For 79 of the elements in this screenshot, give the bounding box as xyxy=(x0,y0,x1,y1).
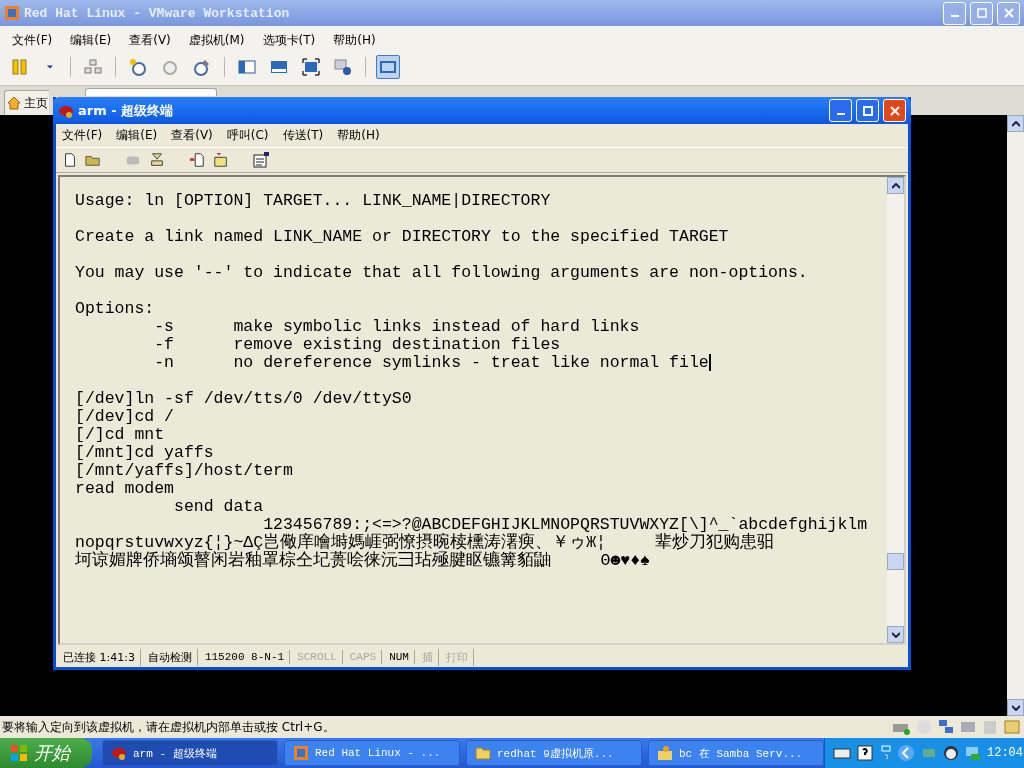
terminal-line: [/dev]cd / xyxy=(75,408,175,426)
window-title: Red Hat Linux - VMware Workstation xyxy=(24,5,290,21)
terminal-line: [/mnt]cd yaffs xyxy=(75,444,214,462)
terminal-line: send data xyxy=(173,498,264,516)
taskbar-button[interactable]: Red Hat Linux - ... xyxy=(284,740,460,766)
menu-item[interactable]: 文件(F) xyxy=(12,32,53,49)
terminal-line: [/]cd mnt xyxy=(75,426,165,444)
menu-item[interactable]: 呼叫(C) xyxy=(226,127,269,144)
menu-item[interactable]: 帮助(H) xyxy=(337,127,380,144)
scrollbar-thumb[interactable] xyxy=(887,553,904,570)
person-icon[interactable] xyxy=(943,745,959,761)
terminal-line: -f remove existing destination files xyxy=(153,336,561,354)
windows-logo-icon xyxy=(10,744,28,762)
telephone-icon xyxy=(111,745,127,761)
menu-item[interactable]: 查看(V) xyxy=(129,32,171,49)
terminal-line: nopqrstuvwxyz{¦}~ΔÇ岂儆庠噲塒媽崕弼憭摂晼椟櫄涛濖瘐、￥ゥЖ¦ 辈炒刀犯购患驲 xyxy=(75,534,775,552)
keyboard-icon[interactable] xyxy=(833,746,851,760)
app-window-icon xyxy=(4,5,20,21)
tab[interactable]: 主页 xyxy=(4,90,49,115)
status-hint: 要将输入定向到该虚拟机，请在虚拟机内部单击或按 Ctrl+G。 xyxy=(2,718,335,736)
collapse-icon[interactable] xyxy=(897,744,915,762)
status-pane: SCROLL xyxy=(292,650,343,664)
menu-item[interactable]: 帮助(H) xyxy=(333,32,376,49)
menu-item[interactable]: 编辑(E) xyxy=(116,127,158,144)
terminal-line: You may use '--' to indicate that all following arguments are non-options. xyxy=(75,264,808,282)
terminal-line: Usage: ln [OPTION] TARGET... LINK_NAME|DIRECTORY xyxy=(75,192,551,210)
menu-item[interactable]: 选项卡(T) xyxy=(262,32,316,49)
app-window-icon xyxy=(293,745,309,761)
window-title: arm - 超级终端 xyxy=(78,101,174,120)
close-icon xyxy=(1003,8,1014,18)
menu-item[interactable]: 查看(V) xyxy=(171,127,213,144)
scrollbar[interactable] xyxy=(1007,115,1024,716)
close-icon xyxy=(889,105,900,116)
network-icon[interactable] xyxy=(938,719,954,735)
status-pane: CAPS xyxy=(344,650,383,664)
clock: 12:04 xyxy=(987,746,1023,760)
taskbar-button[interactable]: bc 在 Samba Serv... xyxy=(648,740,824,766)
properties-icon[interactable] xyxy=(252,151,270,169)
close-button[interactable] xyxy=(997,1,1020,25)
close-button[interactable] xyxy=(883,99,906,122)
status-pane: 已连接 1:41:3 xyxy=(58,648,141,666)
menu-item[interactable]: 编辑(E) xyxy=(70,32,112,49)
folder-person-icon xyxy=(657,745,673,761)
terminal-line: -s make symbolic links instead of hard links xyxy=(153,318,640,336)
taskbar-button[interactable]: redhat 9虚拟机原... xyxy=(466,740,642,766)
maximize-button[interactable] xyxy=(970,1,993,25)
new-file-icon[interactable] xyxy=(62,152,78,168)
terminal-line: Create a link named LINK_NAME or DIRECTORY to the specified TARGET xyxy=(75,228,729,246)
tab[interactable] xyxy=(85,88,217,96)
status-pane: 打印 xyxy=(440,648,474,666)
menu-item[interactable]: 传送(T) xyxy=(282,127,324,144)
terminal-line: [/dev]ln -sf /dev/tts/0 /dev/ttyS0 xyxy=(75,390,412,408)
receive-folder-icon[interactable] xyxy=(212,152,230,168)
maximize-icon xyxy=(862,105,873,116)
minimize-button[interactable] xyxy=(943,1,966,25)
menu-item[interactable]: 虚拟机(M) xyxy=(188,32,245,49)
terminal-line: -n no dereference symlinks - treat like normal file xyxy=(153,354,709,372)
minimize-icon xyxy=(950,15,959,17)
folder-icon xyxy=(475,745,491,761)
taskbar-button[interactable]: arm - 超级终端 xyxy=(102,740,278,766)
status-pane: 捕 xyxy=(416,648,439,666)
terminal-line: 坷谅媚牌侨墒颂瞽闲岩釉罩棕仝圮蒉哙徕沅彐玷殛腱眍镳篝貊鼬 Θ☻♥♦♠ xyxy=(75,552,651,570)
status-pane: 115200 8-N-1 xyxy=(199,650,291,664)
terminal-line: read modem xyxy=(75,480,175,498)
status-pane: 自动检测 xyxy=(142,648,198,666)
restore-icon xyxy=(976,8,987,18)
terminal-line: [/mnt/yaffs]/host/term xyxy=(75,462,293,480)
phone-icon[interactable] xyxy=(148,152,166,168)
start-button[interactable]: 开始 xyxy=(0,738,92,768)
maximize-button[interactable] xyxy=(856,99,879,122)
minimize-button[interactable] xyxy=(829,99,852,122)
help-icon[interactable] xyxy=(857,745,873,761)
terminal-line: Options: xyxy=(75,300,155,318)
terminal-line: 123456789:;<=>?@ABCDEFGHIJKLMNOPQRSTUVWXYZ[\]^_`abcdefghijklm xyxy=(262,516,868,534)
home-icon xyxy=(7,96,21,110)
menu-item[interactable]: 文件(F) xyxy=(62,127,103,144)
scrollbar[interactable] xyxy=(887,177,904,643)
status-pane: NUM xyxy=(384,650,415,664)
send-file-icon[interactable] xyxy=(188,152,206,168)
